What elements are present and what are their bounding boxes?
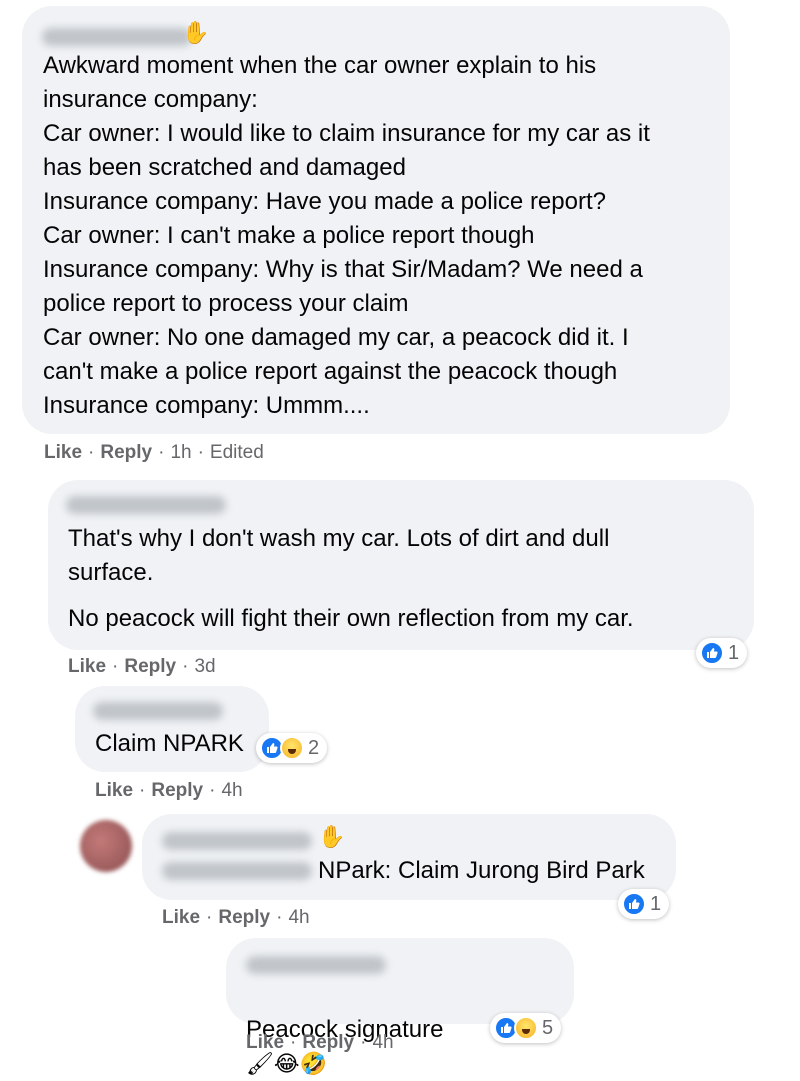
comment-bubble-4: ✋ NPark: Claim Jurong Bird Park <box>142 814 676 900</box>
edited-label[interactable]: Edited <box>210 442 264 464</box>
reply-button[interactable]: Reply <box>100 442 152 464</box>
timestamp[interactable]: 4h <box>372 1032 393 1054</box>
reply-button[interactable]: Reply <box>218 907 270 929</box>
comment-text: Claim NPARK <box>95 730 244 757</box>
author-name-blurred[interactable] <box>66 496 226 514</box>
wave-icon: ✋ <box>182 20 210 45</box>
comment-bubble-5: Peacock signature 🖌😂🤣 <box>226 938 574 1076</box>
comment-bubble-2: That's why I don't wash my car. Lots of … <box>48 480 754 650</box>
like-button[interactable]: Like <box>95 780 133 802</box>
author-name-blurred[interactable] <box>93 702 223 720</box>
reaction-count[interactable]: 1 <box>696 638 748 668</box>
comment-text: Peacock signature 🖌😂🤣 <box>246 979 443 1081</box>
like-button[interactable]: Like <box>246 1032 284 1054</box>
comment-actions-4: Like · Reply · 4h <box>162 907 310 929</box>
comment-text: NPark: Claim Jurong Bird Park <box>318 857 645 884</box>
timestamp[interactable]: 3d <box>194 656 215 678</box>
reply-button[interactable]: Reply <box>151 780 203 802</box>
comment-actions-5: Like · Reply · 4h <box>246 1032 394 1054</box>
haha-reaction-icon <box>514 1016 538 1040</box>
like-button[interactable]: Like <box>162 907 200 929</box>
avatar[interactable] <box>80 820 132 872</box>
author-name-blurred[interactable] <box>42 28 192 46</box>
comment-text: That's why I don't wash my car. Lots of … <box>68 525 610 586</box>
comment-actions-2: Like · Reply · 3d <box>68 656 216 678</box>
comment-actions-1: Like · Reply · 1h · Edited <box>44 442 264 464</box>
comment-text: Awkward moment when the car owner explai… <box>43 52 650 419</box>
comment-actions-3: Like · Reply · 4h <box>95 780 243 802</box>
like-button[interactable]: Like <box>44 442 82 464</box>
mention-blurred[interactable] <box>162 862 312 880</box>
timestamp[interactable]: 4h <box>288 907 309 929</box>
reaction-count[interactable]: 5 <box>490 1013 562 1043</box>
like-reaction-icon <box>622 892 646 916</box>
timestamp[interactable]: 4h <box>221 780 242 802</box>
like-button[interactable]: Like <box>68 656 106 678</box>
reply-button[interactable]: Reply <box>124 656 176 678</box>
haha-reaction-icon <box>280 736 304 760</box>
comment-bubble-1: ✋ Awkward moment when the car owner expl… <box>22 6 730 434</box>
wave-icon: ✋ <box>318 824 346 849</box>
reply-button[interactable]: Reply <box>302 1032 354 1054</box>
reaction-count[interactable]: 2 <box>256 733 328 763</box>
comment-text-2: No peacock will fight their own reflecti… <box>68 605 634 632</box>
comment-bubble-3: Claim NPARK <box>75 686 269 772</box>
reaction-count[interactable]: 1 <box>618 889 670 919</box>
timestamp[interactable]: 1h <box>170 442 191 464</box>
author-name-blurred[interactable] <box>162 832 312 850</box>
like-reaction-icon <box>700 641 724 665</box>
author-name-blurred[interactable] <box>246 956 386 974</box>
